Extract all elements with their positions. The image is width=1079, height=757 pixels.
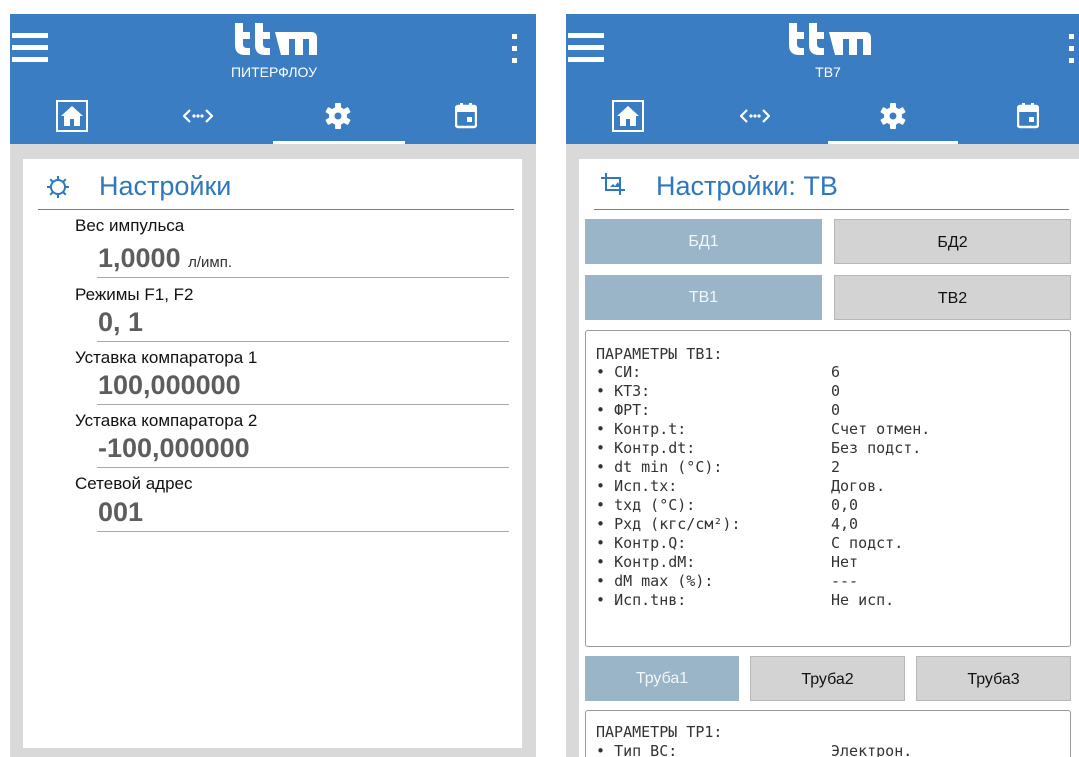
setting-underline (97, 531, 509, 532)
param-value: С подст. (831, 534, 904, 552)
setting-underline (97, 277, 509, 278)
param-value: 4,0 (831, 515, 859, 533)
setting-underline (97, 467, 509, 468)
pipe-params-panel: ПАРАМЕТРЫ ТР1: • Тип ВС: Электрон. (585, 710, 1071, 757)
top-app-bar: ТВ7 (566, 14, 1079, 87)
ttm-logo (235, 23, 317, 55)
top-app-bar: ПИТЕРФЛОУ (10, 14, 536, 87)
kebab-more-icon[interactable] (1067, 34, 1075, 68)
setting-value[interactable]: -100,000000 (98, 433, 250, 464)
setting-label: Режимы F1, F2 (75, 285, 194, 304)
tab-calendar[interactable] (416, 87, 516, 144)
param-name: • Исп.tнв: (596, 591, 687, 609)
param-name: • Контр.t: (596, 420, 687, 438)
param-value: --- (831, 572, 859, 590)
right-screen: ТВ7 Настройки: ТВ БД1 БД2 ТВ1 ТВ2 ПАРАМЕ… (566, 14, 1079, 757)
active-tab-indicator (828, 141, 958, 144)
crop-icon (601, 173, 625, 195)
gear-icon (325, 102, 351, 129)
tab-settings[interactable] (843, 87, 943, 144)
tv1-button[interactable]: ТВ1 (585, 275, 822, 320)
hamburger-menu-icon[interactable] (568, 33, 604, 63)
tab-home[interactable] (22, 87, 122, 144)
setting-value[interactable]: 1,0000 л/имп. (98, 243, 232, 274)
param-name: • Тип ВС: (596, 742, 678, 757)
param-value: 6 (831, 363, 841, 381)
param-value: Счет отмен. (831, 420, 931, 438)
tab-connection[interactable] (705, 87, 805, 144)
param-value: Без подст. (831, 439, 922, 457)
param-value: Нет (831, 553, 859, 571)
param-name: • tхд (°C): (596, 496, 696, 514)
param-value: 0 (831, 382, 841, 400)
tab-bar (566, 87, 1079, 144)
params-header: ПАРАМЕТРЫ ТР1: (596, 723, 723, 741)
calendar-icon (455, 102, 477, 128)
settings-card: Настройки Вес импульса 1,0000 л/имп. Реж… (23, 159, 522, 748)
hamburger-menu-icon[interactable] (12, 33, 48, 63)
device-name: ТВ7 (815, 64, 841, 80)
calendar-icon (1017, 102, 1039, 128)
pipe3-button[interactable]: Труба3 (916, 656, 1071, 701)
setting-label: Уставка компаратора 1 (75, 348, 258, 367)
setting-unit: л/имп. (188, 254, 233, 271)
left-screen: ПИТЕРФЛОУ Настройки Вес импульса 1,0000 … (10, 14, 536, 757)
pipe2-button[interactable]: Труба2 (750, 656, 905, 701)
gear-icon (880, 102, 906, 129)
param-name: • dM max (%): (596, 572, 714, 590)
param-name: • dt min (°C): (596, 458, 723, 476)
param-name: • Контр.Q: (596, 534, 687, 552)
home-icon (56, 99, 88, 132)
tab-home[interactable] (578, 87, 678, 144)
param-name: • Рхд (кгс/см²): (596, 515, 741, 533)
setting-value[interactable]: 100,000000 (98, 370, 241, 401)
param-value: 0 (831, 401, 841, 419)
ttm-logo (789, 23, 871, 55)
param-value: Электрон. (831, 742, 913, 757)
setting-underline (97, 341, 509, 342)
param-value: 2 (831, 458, 841, 476)
setting-value[interactable]: 0, 1 (98, 307, 143, 338)
card-title: Настройки (99, 171, 232, 201)
card-title: Настройки: ТВ (656, 171, 838, 201)
params-header: ПАРАМЕТРЫ ТВ1: (596, 345, 723, 363)
device-name: ПИТЕРФЛОУ (230, 64, 318, 80)
setting-underline (97, 404, 509, 405)
setting-label: Сетевой адрес (75, 474, 193, 493)
code-arrows-icon (183, 108, 213, 123)
param-name: • СИ: (596, 363, 642, 381)
setting-label: Уставка компаратора 2 (75, 411, 258, 430)
tab-bar (10, 87, 536, 144)
tv-params-panel: ПАРАМЕТРЫ ТВ1: • СИ: 6 • КТЗ: 0 • ФРТ: 0 • … (585, 330, 1071, 647)
param-name: • Исп.tx: (596, 477, 678, 495)
tv2-button[interactable]: ТВ2 (834, 275, 1071, 320)
param-name: • Контр.dt: (596, 439, 696, 457)
param-name: • КТЗ: (596, 382, 651, 400)
title-divider (594, 209, 1069, 210)
param-value: Догов. (831, 477, 886, 495)
setting-label: Вес импульса (75, 216, 185, 235)
db1-button[interactable]: БД1 (585, 219, 822, 264)
kebab-more-icon[interactable] (510, 34, 518, 68)
db2-button[interactable]: БД2 (834, 219, 1071, 264)
gear-outline-icon (47, 176, 69, 198)
settings-tv-card: Настройки: ТВ БД1 БД2 ТВ1 ТВ2 ПАРАМЕТРЫ … (579, 159, 1079, 757)
param-name: • Контр.dM: (596, 553, 696, 571)
active-tab-indicator (273, 141, 405, 144)
param-value: Не исп. (831, 591, 895, 609)
setting-value[interactable]: 001 (98, 497, 143, 528)
tab-settings[interactable] (288, 87, 388, 144)
code-arrows-icon (740, 108, 770, 123)
param-value: 0,0 (831, 496, 859, 514)
tab-connection[interactable] (148, 87, 248, 144)
pipe1-button[interactable]: Труба1 (585, 656, 739, 701)
home-icon (612, 99, 644, 132)
tab-calendar[interactable] (978, 87, 1078, 144)
title-divider (38, 209, 514, 210)
param-name: • ФРТ: (596, 401, 651, 419)
